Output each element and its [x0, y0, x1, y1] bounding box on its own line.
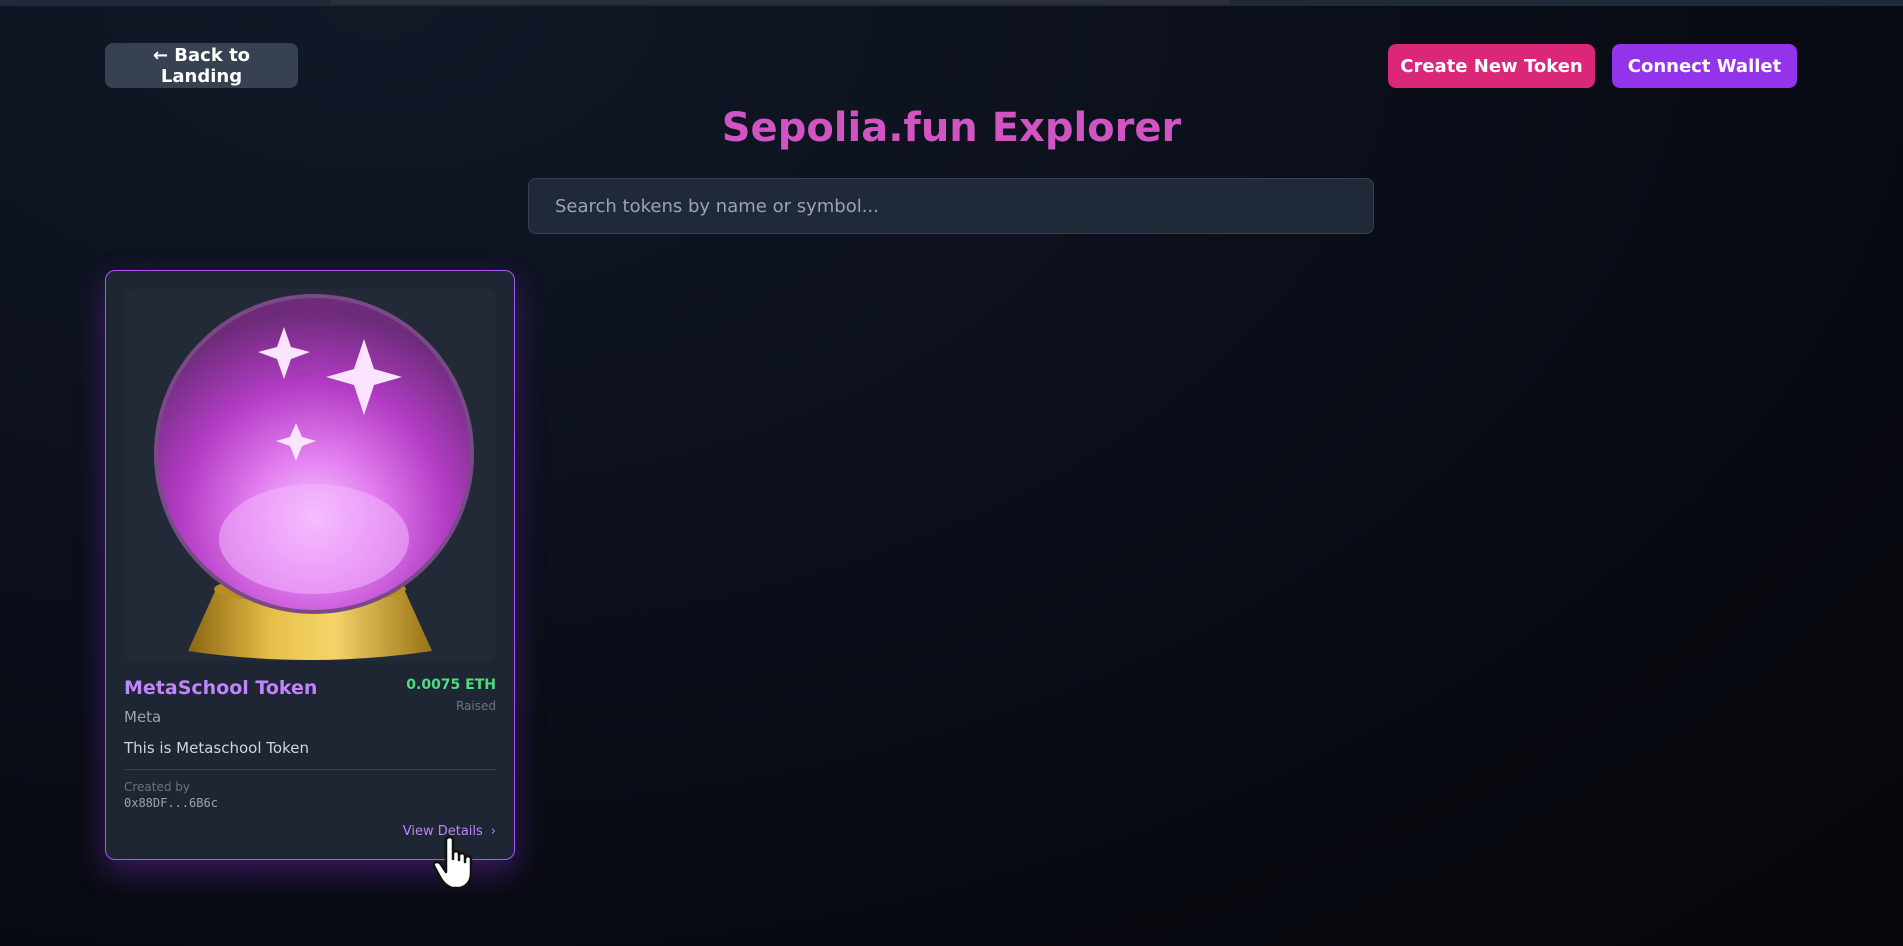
back-to-landing-button[interactable]: ← Back to Landing	[105, 43, 298, 88]
token-card[interactable]: MetaSchool Token 0.0075 ETH Raised Meta …	[105, 270, 515, 860]
page-title: Sepolia.fun Explorer	[721, 105, 1182, 151]
create-new-token-button[interactable]: Create New Token	[1388, 44, 1595, 88]
connect-wallet-button[interactable]: Connect Wallet	[1612, 44, 1797, 88]
token-name: MetaSchool Token	[124, 677, 318, 699]
card-divider	[124, 769, 496, 770]
raised-amount: 0.0075 ETH	[406, 677, 496, 693]
crystal-ball-icon	[154, 294, 474, 660]
token-symbol: Meta	[124, 708, 162, 726]
created-by-label: Created by	[124, 780, 191, 794]
chevron-right-icon: ›	[490, 824, 496, 839]
search-input[interactable]	[528, 178, 1374, 234]
raised-label: Raised	[455, 699, 496, 713]
token-description: This is Metaschool Token	[124, 739, 309, 757]
browser-top-bar	[0, 0, 1903, 6]
token-image	[124, 289, 496, 661]
creator-address: 0x88DF...6B6c	[124, 796, 218, 810]
hand-cursor-icon	[432, 835, 473, 890]
